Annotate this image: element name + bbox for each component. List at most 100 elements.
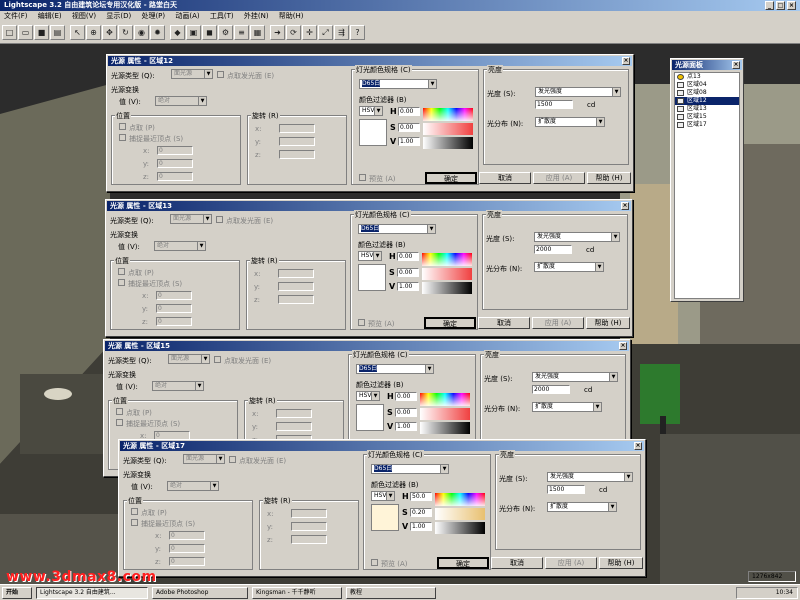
pick-checkbox[interactable] bbox=[116, 408, 123, 415]
cancel-button[interactable]: 取消 bbox=[478, 317, 530, 329]
scale-icon[interactable]: ⤢ bbox=[318, 25, 333, 40]
snap-checkbox[interactable] bbox=[116, 419, 123, 426]
rot-rx-field[interactable] bbox=[278, 269, 314, 278]
color-spec-dropdown[interactable]: D65白 ▼ bbox=[371, 464, 449, 474]
snap-checkbox[interactable] bbox=[118, 279, 125, 286]
grid-icon[interactable]: ▦ bbox=[250, 25, 265, 40]
close-button[interactable]: × bbox=[787, 1, 796, 10]
menu-help[interactable]: 帮助(H) bbox=[279, 12, 304, 20]
dialog-close-button[interactable]: × bbox=[619, 342, 627, 350]
help-button[interactable]: 帮助 (H) bbox=[599, 557, 643, 569]
task-tutorial[interactable]: 教程 bbox=[346, 587, 436, 599]
cube-icon[interactable]: ◼ bbox=[202, 25, 217, 40]
pick-face-checkbox[interactable] bbox=[217, 71, 224, 78]
value-ramp[interactable] bbox=[423, 137, 473, 149]
apply-button[interactable]: 应用 (A) bbox=[533, 172, 585, 184]
pick-checkbox[interactable] bbox=[131, 508, 138, 515]
pick-face-checkbox[interactable] bbox=[229, 456, 236, 463]
rot-rx-field[interactable] bbox=[279, 124, 315, 133]
hsv-h-field[interactable]: 0.00 bbox=[395, 392, 417, 401]
minimize-button[interactable]: _ bbox=[765, 1, 774, 10]
menu-plugins[interactable]: 外挂(N) bbox=[244, 12, 269, 20]
light-panel-close-button[interactable]: × bbox=[732, 61, 740, 69]
hsv-v-field[interactable]: 1.00 bbox=[410, 522, 432, 531]
pos-x-field[interactable]: 0 bbox=[169, 531, 205, 540]
light-list-item[interactable]: 区域17 bbox=[675, 121, 739, 129]
ok-button[interactable]: 确定 bbox=[425, 172, 477, 184]
hsv-v-field[interactable]: 1.00 bbox=[395, 422, 417, 431]
dialog-close-button[interactable]: × bbox=[622, 57, 630, 65]
light-icon[interactable]: ✹ bbox=[150, 25, 165, 40]
intensity-field[interactable]: 1500 bbox=[547, 485, 585, 494]
pick-checkbox[interactable] bbox=[118, 268, 125, 275]
render-icon[interactable]: ▣ bbox=[186, 25, 201, 40]
light-list-item[interactable]: 区域12 bbox=[675, 97, 739, 105]
hsv-h-field[interactable]: 0.00 bbox=[397, 252, 419, 261]
rot-rz-field[interactable] bbox=[279, 150, 315, 159]
open-icon[interactable]: ▭ bbox=[18, 25, 33, 40]
orbit-icon[interactable]: ↻ bbox=[118, 25, 133, 40]
value-dropdown[interactable]: 绝对 ▼ bbox=[167, 481, 219, 491]
hsv-s-field[interactable]: 0.00 bbox=[398, 123, 420, 132]
select-icon[interactable]: ↖ bbox=[70, 25, 85, 40]
hsv-v-field[interactable]: 1.00 bbox=[397, 282, 419, 291]
value-dropdown[interactable]: 绝对 ▼ bbox=[155, 96, 207, 106]
light-list-item[interactable]: 区域08 bbox=[675, 89, 739, 97]
distribution-dropdown[interactable]: 扩散度 ▼ bbox=[535, 117, 605, 127]
color-spec-dropdown[interactable]: D65白 ▼ bbox=[356, 364, 434, 374]
preview-checkbox[interactable] bbox=[359, 174, 366, 181]
intensity-type-dropdown[interactable]: 发光强度 ▼ bbox=[535, 87, 621, 97]
intensity-field[interactable]: 2000 bbox=[534, 245, 572, 254]
pos-z-field[interactable]: 0 bbox=[169, 557, 205, 566]
menu-edit[interactable]: 编辑(E) bbox=[38, 12, 62, 20]
help-button[interactable]: 帮助 (H) bbox=[587, 172, 631, 184]
rotate-icon[interactable]: ⟳ bbox=[286, 25, 301, 40]
rot-rz-field[interactable] bbox=[291, 535, 327, 544]
pick-face-checkbox[interactable] bbox=[216, 216, 223, 223]
arrow-icon[interactable]: ➜ bbox=[270, 25, 285, 40]
intensity-type-dropdown[interactable]: 发光强度 ▼ bbox=[532, 372, 618, 382]
hsv-s-field[interactable]: 0.00 bbox=[395, 408, 417, 417]
menu-tools[interactable]: 工具(T) bbox=[210, 12, 234, 20]
distribution-dropdown[interactable]: 扩散度 ▼ bbox=[534, 262, 604, 272]
rot-ry-field[interactable] bbox=[279, 137, 315, 146]
new-icon[interactable]: □ bbox=[2, 25, 17, 40]
snap-checkbox[interactable] bbox=[131, 519, 138, 526]
apply-button[interactable]: 应用 (A) bbox=[532, 317, 584, 329]
intensity-field[interactable]: 2000 bbox=[532, 385, 570, 394]
color-mode-dropdown[interactable]: HSV ▼ bbox=[358, 251, 382, 261]
material-icon[interactable]: ◆ bbox=[170, 25, 185, 40]
rot-ry-field[interactable] bbox=[291, 522, 327, 531]
ok-button[interactable]: 确定 bbox=[424, 317, 476, 329]
hsv-s-field[interactable]: 0.00 bbox=[397, 268, 419, 277]
value-ramp[interactable] bbox=[422, 282, 472, 294]
hsv-s-field[interactable]: 0.20 bbox=[410, 508, 432, 517]
ok-button[interactable]: 确定 bbox=[437, 557, 489, 569]
color-mode-dropdown[interactable]: HSV ▼ bbox=[371, 491, 395, 501]
distribution-dropdown[interactable]: 扩散度 ▼ bbox=[547, 502, 617, 512]
cancel-button[interactable]: 取消 bbox=[491, 557, 543, 569]
save-icon[interactable]: ■ bbox=[34, 25, 49, 40]
light-list-item[interactable]: 区域04 bbox=[675, 81, 739, 89]
menu-animation[interactable]: 动画(A) bbox=[175, 12, 199, 20]
intensity-field[interactable]: 1500 bbox=[535, 100, 573, 109]
zoom-icon[interactable]: ⊕ bbox=[86, 25, 101, 40]
source-type-dropdown[interactable]: 面光源 ▼ bbox=[170, 214, 212, 224]
maximize-button[interactable]: □ bbox=[776, 1, 785, 10]
preview-checkbox[interactable] bbox=[358, 319, 365, 326]
start-button[interactable]: 开始 bbox=[2, 587, 32, 599]
dialog-close-button[interactable]: × bbox=[634, 442, 642, 450]
intensity-type-dropdown[interactable]: 发光强度 ▼ bbox=[547, 472, 633, 482]
pos-y-field[interactable]: 0 bbox=[169, 544, 205, 553]
light-list-item[interactable]: 区域13 bbox=[675, 105, 739, 113]
menu-view[interactable]: 视图(V) bbox=[72, 12, 96, 20]
menu-file[interactable]: 文件(F) bbox=[4, 12, 28, 20]
value-ramp[interactable] bbox=[435, 522, 485, 534]
pos-z-field[interactable]: 0 bbox=[156, 317, 192, 326]
menu-process[interactable]: 处理(P) bbox=[141, 12, 165, 20]
rot-rx-field[interactable] bbox=[276, 409, 312, 418]
color-mode-dropdown[interactable]: HSV ▼ bbox=[356, 391, 380, 401]
source-type-dropdown[interactable]: 面光源 ▼ bbox=[168, 354, 210, 364]
source-type-dropdown[interactable]: 面光源 ▼ bbox=[171, 69, 213, 79]
distribution-dropdown[interactable]: 扩散度 ▼ bbox=[532, 402, 602, 412]
